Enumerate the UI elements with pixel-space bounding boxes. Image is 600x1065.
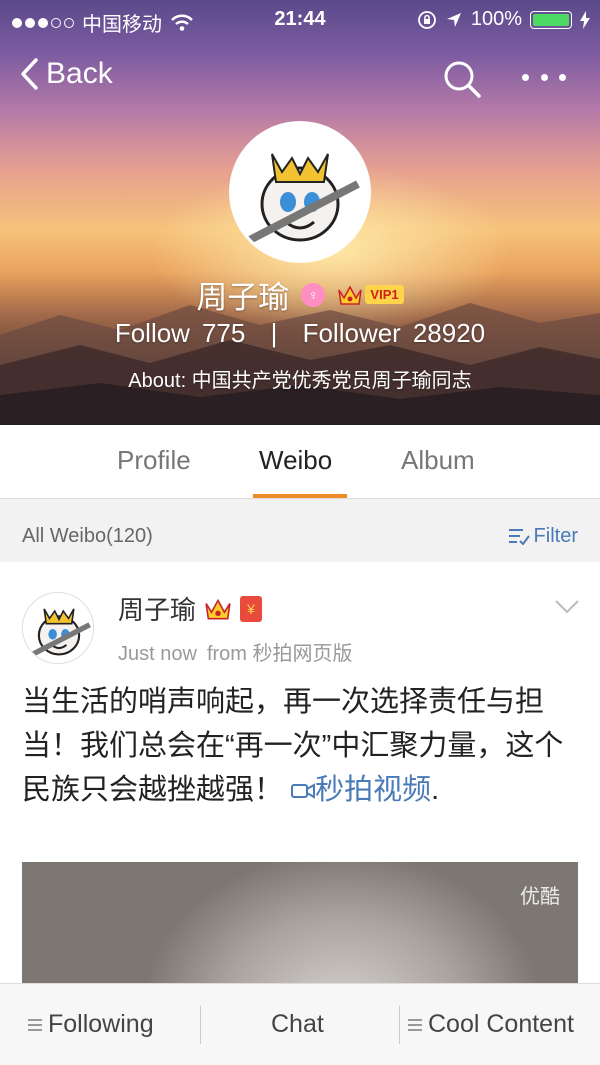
post-meta: Just now from 秒拍网页版 <box>118 637 353 666</box>
cool-content-label: Cool Content <box>428 1010 574 1038</box>
profile-name: 周子瑜 <box>196 280 290 315</box>
follow-count: 775 <box>201 318 246 348</box>
profile-header: 中国移动 21:44 100% Back 周子瑜 ♀ VIP1 Follow 7… <box>0 0 600 425</box>
stats-separator: | <box>270 318 278 348</box>
divider <box>200 1006 201 1044</box>
following-button[interactable]: Following <box>28 1010 154 1039</box>
cool-content-button[interactable]: Cool Content <box>408 1010 574 1039</box>
filter-label: Filter <box>533 525 578 547</box>
video-thumbnail[interactable]: 优酷 <box>22 862 578 992</box>
tab-profile[interactable]: Profile <box>117 445 191 476</box>
post-author-avatar[interactable] <box>22 592 94 664</box>
red-packet-icon: ¥ <box>240 595 263 622</box>
video-camera-icon <box>291 783 316 799</box>
menu-icon <box>408 1018 422 1031</box>
chat-button[interactable]: Chat <box>271 1010 324 1039</box>
post-body-end: . <box>431 774 440 806</box>
crown-icon <box>338 284 363 305</box>
vip-level: VIP1 <box>365 285 404 304</box>
avatar-image <box>232 124 368 260</box>
post-time: Just now <box>118 643 197 665</box>
battery-percent: 100% <box>470 8 522 30</box>
filter-button[interactable]: Filter <box>508 525 578 548</box>
nav-bar: Back <box>0 55 600 105</box>
following-label: Following <box>48 1010 154 1038</box>
battery-icon <box>530 10 572 29</box>
back-label: Back <box>46 57 113 90</box>
menu-icon <box>28 1018 42 1031</box>
tab-weibo[interactable]: Weibo <box>259 445 332 476</box>
post-author-row: 周子瑜 ¥ <box>118 590 263 627</box>
location-arrow-icon <box>446 12 461 27</box>
profile-tabs: Profile Weibo Album <box>0 425 600 499</box>
rotation-lock-icon <box>417 10 436 29</box>
tab-album[interactable]: Album <box>401 445 475 476</box>
charging-bolt-icon <box>580 10 590 29</box>
chat-label: Chat <box>271 1010 324 1038</box>
profile-avatar[interactable] <box>229 121 371 263</box>
post-author-name[interactable]: 周子瑜 <box>118 590 196 627</box>
vip-badge[interactable]: VIP1 <box>337 284 404 306</box>
female-gender-icon: ♀ <box>301 282 326 307</box>
search-icon[interactable] <box>442 59 482 99</box>
more-options-icon[interactable] <box>522 67 566 87</box>
divider <box>399 1006 400 1044</box>
avatar-image <box>23 593 93 663</box>
weibo-count: All Weibo(120) <box>22 525 153 547</box>
profile-name-row: 周子瑜 ♀ VIP1 <box>0 272 600 317</box>
follow-link[interactable]: Follow 775 <box>109 318 252 348</box>
follower-link[interactable]: Follower 28920 <box>297 318 492 348</box>
follow-stats: Follow 775 | Follower 28920 <box>0 318 600 349</box>
weibo-post[interactable]: 周子瑜 ¥ Just now from 秒拍网页版 当生活的哨声响起，再一次选择责… <box>0 562 600 992</box>
post-text: 当生活的哨声响起，再一次选择责任与担当！我们总会在“再一次”中汇聚力量，这个民族… <box>22 680 578 812</box>
filter-icon <box>508 528 530 546</box>
filter-bar: All Weibo(120) Filter <box>0 514 600 560</box>
follower-label: Follower <box>302 318 401 348</box>
follow-label: Follow <box>114 318 190 348</box>
status-bar: 中国移动 21:44 100% <box>0 0 600 40</box>
video-watermark: 优酷 <box>520 886 560 908</box>
video-link[interactable]: 秒拍视频 <box>291 774 431 806</box>
active-tab-indicator <box>253 494 347 498</box>
chevron-left-icon <box>21 58 38 90</box>
video-link-text: 秒拍视频 <box>315 774 432 806</box>
back-button[interactable]: Back <box>18 57 113 91</box>
follower-count: 28920 <box>412 318 486 348</box>
chevron-down-icon[interactable] <box>554 598 580 616</box>
crown-icon <box>205 598 231 619</box>
profile-about: About: 中国共产党优秀党员周子瑜同志 <box>128 370 472 392</box>
bottom-tab-bar: Following Chat Cool Content <box>0 983 600 1065</box>
post-source: from 秒拍网页版 <box>206 643 353 665</box>
